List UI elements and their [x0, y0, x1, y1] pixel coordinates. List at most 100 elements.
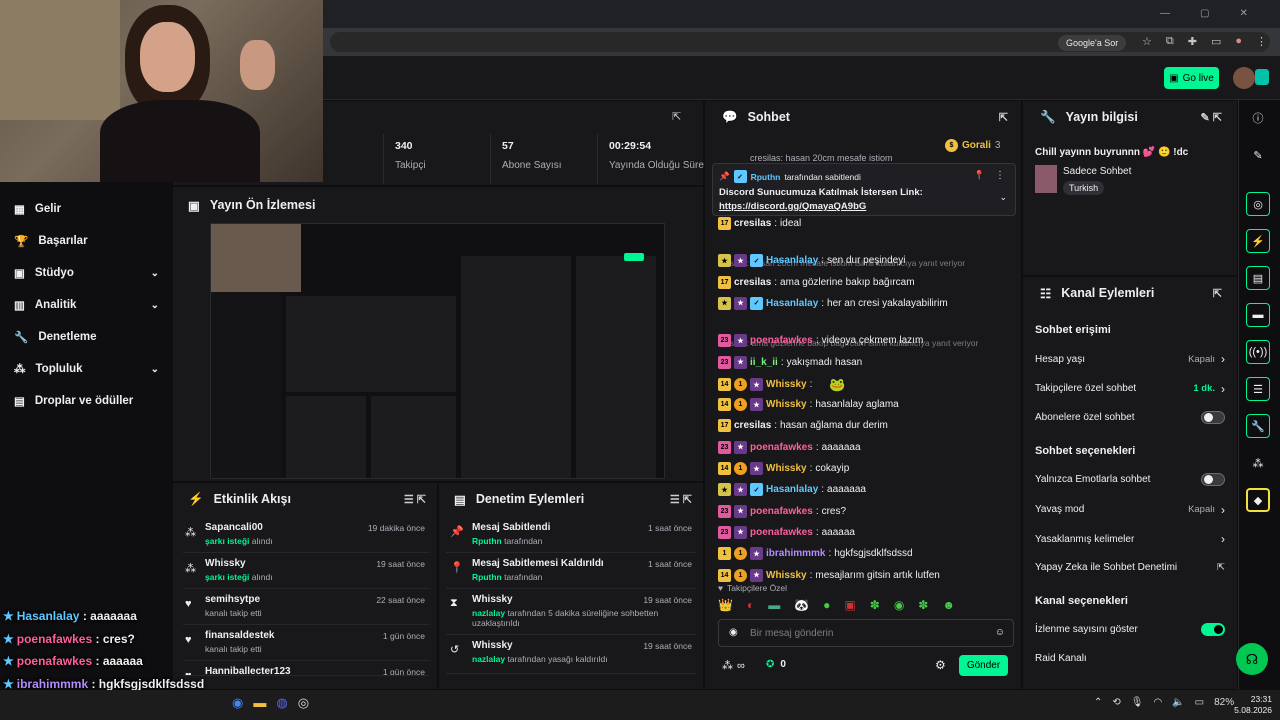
- extensions-icon[interactable]: ✚: [1188, 35, 1197, 48]
- chat-icon[interactable]: ▬: [1246, 303, 1270, 327]
- sidepanel-icon[interactable]: ▭: [1211, 35, 1221, 48]
- chevron-right-icon[interactable]: ›: [1221, 352, 1225, 366]
- chat-username[interactable]: Whissky: [766, 570, 807, 581]
- clock[interactable]: 23:31 5.08.2026: [1226, 694, 1272, 716]
- tag-chip[interactable]: Turkish: [1063, 181, 1105, 195]
- mod-action-item[interactable]: 📌 Mesaj Sabitlendi Rputhn tarafından 1 saat…: [446, 518, 696, 553]
- chat-username[interactable]: Whissky: [766, 379, 807, 390]
- popout-icon[interactable]: ⇱: [1213, 287, 1222, 300]
- mod-action-item[interactable]: ↺ Whissky nazlalay tarafından yasağı kaldı…: [446, 636, 696, 674]
- setting-row[interactable]: Abonelere özel sohbet: [1035, 411, 1225, 424]
- chat-message[interactable]: ★ ★ ✓ Hasanlalay: aaaaaaa: [718, 483, 866, 497]
- google-ask-chip[interactable]: Google'a Sor: [1058, 35, 1127, 51]
- sidebar-item-4[interactable]: 🔧 Denetleme: [14, 330, 159, 344]
- chrome-icon[interactable]: ◉: [232, 695, 243, 711]
- bookmark-star-icon[interactable]: ☆: [1142, 35, 1152, 48]
- toggle-switch[interactable]: [1201, 411, 1225, 424]
- chevron-down-icon[interactable]: ⌄: [999, 192, 1007, 203]
- unpin-icon[interactable]: 📍: [974, 170, 985, 181]
- battery-icon[interactable]: ▭: [1195, 697, 1204, 708]
- more-icon[interactable]: ⋮: [995, 170, 1005, 181]
- window-controls[interactable]: — ▢ ✕: [1160, 8, 1248, 19]
- category-name[interactable]: Sadece Sohbet: [1063, 166, 1131, 177]
- mod-action-item[interactable]: ⧗ Whissky nazlalay tarafından 5 dakika sür…: [446, 590, 696, 635]
- sidebar-item-6[interactable]: ▤ Droplar ve ödüller: [14, 394, 159, 408]
- chat-input[interactable]: ◉ Bir mesaj gönderin ☺: [718, 619, 1014, 647]
- emote-row[interactable]: 👑 ◐ ▬ 🐼 ● ▣ ✽ ◉ ✽ ☻: [718, 598, 1014, 616]
- maximize-icon[interactable]: ▢: [1200, 8, 1209, 19]
- filter-icon[interactable]: ☰ ⇱: [404, 493, 426, 506]
- chevron-down-icon[interactable]: ⌄: [151, 300, 159, 311]
- camera-icon[interactable]: ◎: [1246, 192, 1270, 216]
- popout-icon[interactable]: ⇱: [999, 111, 1008, 124]
- discord-icon[interactable]: ◍: [276, 695, 287, 711]
- discord-link[interactable]: https://discord.gg/QmayaQA9bG: [719, 201, 866, 212]
- setting-row[interactable]: Yasaklanmış kelimeler ›: [1035, 532, 1225, 546]
- send-button[interactable]: Gönder: [959, 655, 1008, 676]
- chat-message[interactable]: 14 1 ★ Whissky: cokayip: [718, 462, 849, 475]
- chevron-down-icon[interactable]: ⌄: [151, 268, 159, 279]
- more-menu-icon[interactable]: ⋮: [1256, 35, 1267, 48]
- setting-row[interactable]: Takipçilere özel sohbet 1 dk. ›: [1035, 382, 1225, 396]
- chat-message[interactable]: 14 1 ★ Whissky: 🐸: [718, 377, 849, 393]
- setting-row[interactable]: İzlenme sayısını göster: [1035, 623, 1225, 636]
- chat-message[interactable]: 17 cresilas: hasan ağlama dur derim: [718, 419, 888, 433]
- chat-username[interactable]: poenafawkes: [750, 506, 813, 517]
- chat-username[interactable]: Hasanlalay: [766, 298, 818, 309]
- setting-row[interactable]: Yalnızca Emotlarla sohbet: [1035, 473, 1225, 486]
- chat-message[interactable]: 17 cresilas: ama gözlerine bakıp bağırcam: [718, 275, 915, 289]
- sidebar-item-0[interactable]: ▦ Gelir: [14, 202, 159, 216]
- toggle-switch[interactable]: [1201, 473, 1225, 486]
- users-icon[interactable]: ⁂: [1246, 451, 1270, 475]
- pencil-icon[interactable]: ✎: [1246, 143, 1270, 167]
- profile-avatar[interactable]: ●: [1235, 35, 1242, 48]
- chat-message[interactable]: 23 ★ poenafawkes: aaaaaa: [718, 525, 855, 539]
- activity-item[interactable]: ♥ finansaldestek kanalı takip etti 1 gün ön…: [183, 626, 429, 661]
- mod-action-item[interactable]: 📍 Mesaj Sabitlemesi Kaldırıldı Rputhn tara…: [446, 554, 696, 589]
- support-headset-icon[interactable]: ☊: [1236, 643, 1268, 675]
- edit-icon[interactable]: ✎ ⇱: [1201, 111, 1223, 124]
- obs-icon[interactable]: ◎: [298, 695, 309, 711]
- gem-icon[interactable]: ◆: [1246, 488, 1270, 512]
- chat-message[interactable]: 23 ★ ii_k_ii: yakışmadı hasan: [718, 355, 862, 369]
- goal-indicator[interactable]: $ Gorali 3: [945, 139, 1000, 152]
- sidebar-item-3[interactable]: ▥ Analitik ⌄: [14, 298, 159, 312]
- chat-username[interactable]: Hasanlalay: [766, 255, 818, 266]
- chat-message[interactable]: 23 ★ poenafawkes: cres?: [718, 504, 846, 518]
- setting-row[interactable]: Raid Kanalı: [1035, 653, 1225, 664]
- chat-message[interactable]: ★ ★ ✓ Hasanlalay: sen dur peşindeyi: [718, 254, 905, 268]
- chat-message[interactable]: 14 1 ★ Whissky: hasanlalay aglama: [718, 398, 899, 412]
- sidebar-item-2[interactable]: ▣ Stüdyo ⌄: [14, 266, 159, 280]
- smile-icon[interactable]: ☺: [995, 627, 1005, 638]
- info-icon[interactable]: ⓘ: [1246, 106, 1270, 130]
- chat-username[interactable]: Whissky: [766, 399, 807, 410]
- activity-item[interactable]: ⁂ Whissky şarkı isteği alındı 19 saat önce: [183, 554, 429, 589]
- activity-item[interactable]: ♥ semihsytpe kanalı takip etti 22 saat önce: [183, 590, 429, 625]
- activity-item[interactable]: ⁂ Sapancali00 şarkı isteği alındı 19 dakika…: [183, 518, 429, 553]
- layout-icon[interactable]: ☰: [1246, 377, 1270, 401]
- sync-icon[interactable]: ⟲: [1112, 697, 1120, 708]
- chevron-right-icon[interactable]: ›: [1221, 532, 1225, 546]
- sidebar-item-5[interactable]: ⁂ Topluluk ⌄: [14, 362, 159, 376]
- stream-preview-video[interactable]: [210, 223, 665, 479]
- chevron-right-icon[interactable]: ›: [1221, 382, 1225, 396]
- chat-message[interactable]: 23 ★ poenafawkes: videoya çekmem lazım: [718, 334, 923, 348]
- user-avatar[interactable]: [1233, 67, 1255, 89]
- volume-icon[interactable]: 🔈: [1172, 697, 1184, 708]
- popout-icon[interactable]: ⇱: [672, 110, 681, 123]
- activity-item[interactable]: ♥ Hanniballecter123 1 gün önce: [183, 662, 429, 676]
- chat-username[interactable]: poenafawkes: [750, 335, 813, 346]
- lightning-icon[interactable]: ⚡: [1246, 229, 1270, 253]
- setting-row[interactable]: Hesap yaşı Kapalı ›: [1035, 352, 1225, 366]
- chat-settings-icon[interactable]: ⚙: [935, 658, 946, 672]
- go-live-button[interactable]: ▣ Go live: [1164, 67, 1219, 89]
- filter-icon[interactable]: ☰ ⇱: [670, 493, 692, 506]
- chat-username[interactable]: cresilas: [734, 218, 771, 229]
- chat-message[interactable]: 14 1 ★ Whissky: mesajlarım gitsin artık lutf…: [718, 568, 940, 582]
- wifi-icon[interactable]: ◠: [1153, 697, 1162, 708]
- setting-row[interactable]: Yavaş mod Kapalı ›: [1035, 503, 1225, 517]
- viewer-count[interactable]: ⁂ ∞: [722, 659, 745, 673]
- folder-icon[interactable]: ▬: [253, 695, 266, 711]
- chat-message[interactable]: 1 1 ★ ibrahimmmk: hgkfsgjsdklfsdssd: [718, 547, 913, 561]
- setting-row[interactable]: Yapay Zeka ile Sohbet Denetimi ⇱: [1035, 562, 1225, 573]
